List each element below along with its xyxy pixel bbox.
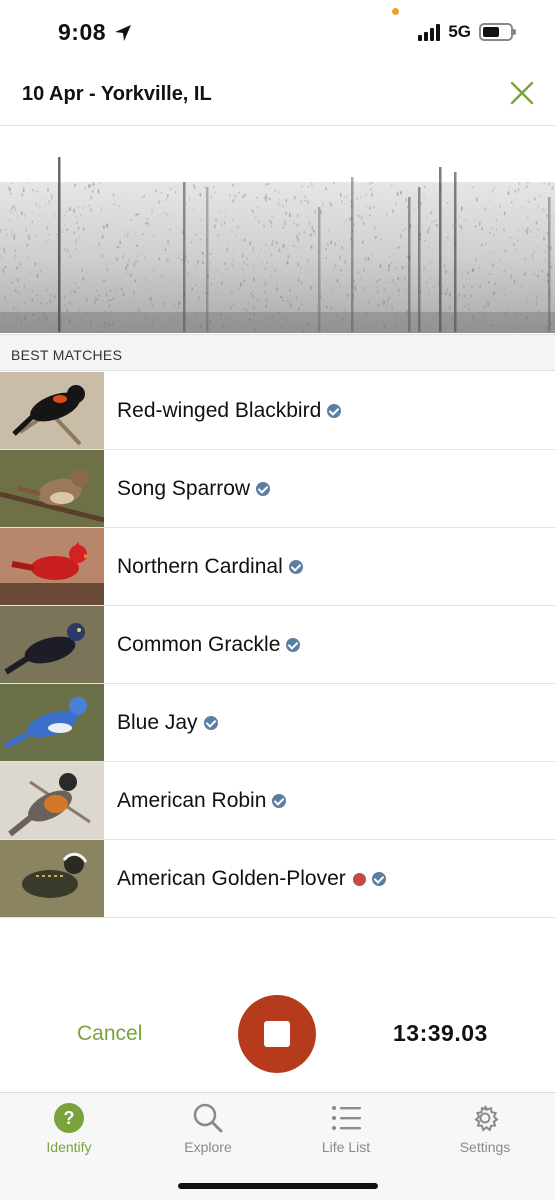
stop-icon [264,1021,290,1047]
status-bar: 9:08 5G [0,0,555,66]
tab-label: Settings [459,1139,511,1155]
species-name: Red-winged Blackbird [117,398,322,422]
match-common-grackle[interactable]: Common Grackle [0,606,555,684]
cancel-button[interactable]: Cancel [77,1022,142,1046]
tab-life-list[interactable]: Life List [286,1101,406,1155]
stop-recording-button[interactable] [238,995,316,1073]
bird-photo [0,450,104,527]
match-northern-cardinal[interactable]: Northern Cardinal [0,528,555,606]
battery-icon [479,23,516,41]
match-label: Song Sparrow [117,476,271,501]
species-name: American Robin [117,788,267,812]
verified-check-icon [371,871,386,886]
species-name: Song Sparrow [117,476,251,500]
location-arrow-icon [115,24,132,41]
tab-label: Life List [321,1139,371,1155]
bird-photo [0,372,104,449]
match-label: American Robin [117,788,287,813]
matches-list: Red-winged Blackbird Song Sparrow Northe… [0,372,555,918]
spectrogram-graphic [0,157,555,335]
match-label: Northern Cardinal [117,555,303,579]
rare-species-indicator [352,872,366,886]
verified-check-icon [203,715,218,730]
close-button[interactable] [509,80,535,106]
tab-settings[interactable]: Settings [425,1101,545,1155]
bird-photo [0,840,104,917]
search-icon [148,1101,268,1135]
privacy-indicator-dot [392,8,399,15]
network-type: 5G [448,22,471,41]
best-matches-header: BEST MATCHES [0,334,555,371]
recording-timer: 13:39.03 [393,1020,488,1046]
bird-photo [0,606,104,683]
tab-label: Explore [184,1139,232,1155]
match-label: Red-winged Blackbird [117,398,342,423]
question-circle-icon: ? [9,1101,129,1135]
match-blue-jay[interactable]: Blue Jay [0,684,555,762]
verified-check-icon [256,481,271,496]
match-american-robin[interactable]: American Robin [0,762,555,840]
match-label: American Golden-Plover [117,867,386,891]
home-indicator [178,1183,378,1189]
match-song-sparrow[interactable]: Song Sparrow [0,450,555,528]
species-name: Common Grackle [117,632,281,656]
cellular-signal-icon [418,23,441,41]
match-red-winged-blackbird[interactable]: Red-winged Blackbird [0,372,555,450]
page-title: 10 Apr - Yorkville, IL [22,83,212,105]
species-name: American Golden-Plover [117,866,346,890]
bird-photo [0,684,104,761]
verified-check-icon [288,559,303,574]
verified-check-icon [327,403,342,418]
verified-check-icon [286,637,301,652]
recording-header: 10 Apr - Yorkville, IL [0,66,555,126]
gear-icon [425,1101,545,1135]
species-name: Northern Cardinal [117,554,283,578]
tab-label: Identify [46,1139,92,1155]
bird-photo [0,528,104,605]
match-label: Common Grackle [117,632,301,657]
bird-photo [0,762,104,839]
close-icon [510,81,534,105]
match-american-golden-plover[interactable]: American Golden-Plover [0,840,555,918]
status-indicators: 5G [418,22,516,42]
match-label: Blue Jay [117,711,218,735]
spectrogram [0,127,555,335]
verified-check-icon [272,793,287,808]
svg-text:?: ? [64,1108,75,1128]
tab-identify[interactable]: ? Identify [9,1101,129,1155]
clock: 9:08 [58,19,107,45]
tab-explore[interactable]: Explore [148,1101,268,1155]
species-name: Blue Jay [117,710,198,734]
list-icon [286,1101,406,1135]
section-title: BEST MATCHES [11,347,123,363]
status-time: 9:08 [58,19,132,46]
